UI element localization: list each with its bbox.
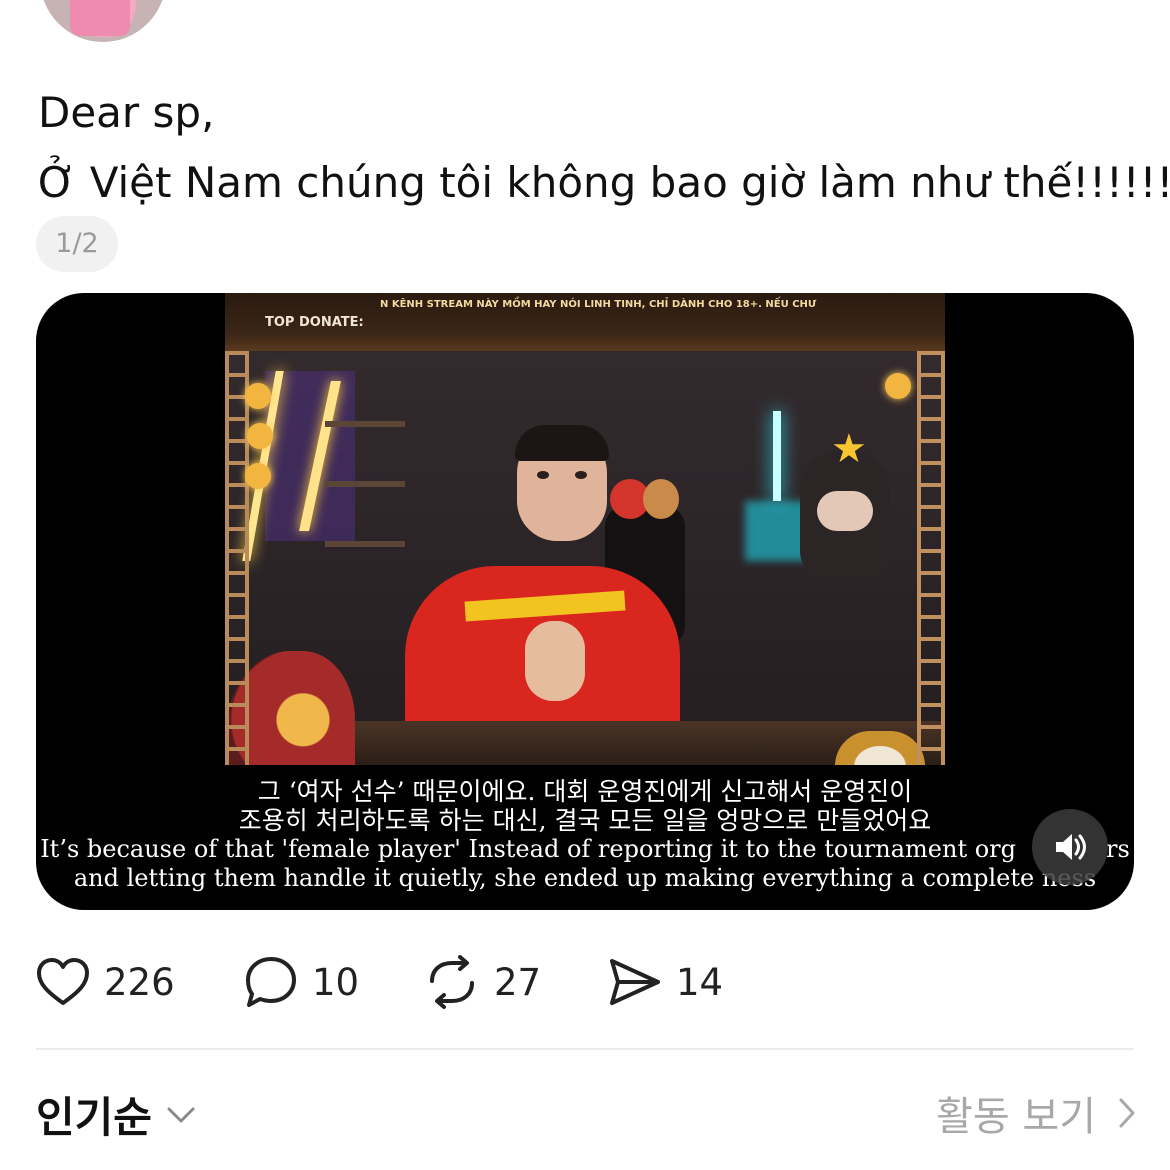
stream-banner: TOP DONATE: N KÊNH STREAM NÀY MỒM HAY NÓ… bbox=[225, 293, 945, 351]
media-pager-badge: 1/2 bbox=[36, 216, 118, 272]
neon-light bbox=[773, 411, 781, 501]
frame-ladder-left bbox=[225, 351, 249, 765]
plush-face bbox=[817, 491, 873, 531]
stream-room-scene: ★ bbox=[225, 351, 945, 765]
streamer-eye bbox=[537, 471, 549, 479]
avatar-figure bbox=[70, 0, 130, 36]
top-donate-label: TOP DONATE: bbox=[265, 315, 364, 330]
repost-count: 27 bbox=[494, 960, 542, 1004]
subtitle-english-1-text: It’s because of that 'female player' Ins… bbox=[40, 835, 1016, 863]
lantern-icon bbox=[885, 373, 911, 399]
video-subtitles: 그 ‘여자 선수’ 때문이에요. 대회 운영진에게 신고해서 운영진이 조용히 … bbox=[36, 777, 1134, 893]
sort-dropdown[interactable]: 인기순 bbox=[36, 1084, 196, 1145]
stream-ticker: N KÊNH STREAM NÀY MỒM HAY NÓI LINH TINH,… bbox=[380, 299, 817, 310]
share-count: 14 bbox=[676, 960, 724, 1004]
streamer-eye bbox=[575, 471, 587, 479]
section-divider bbox=[36, 1048, 1134, 1050]
shelf bbox=[325, 481, 405, 487]
speaker-icon bbox=[1056, 834, 1086, 860]
sort-label: 인기순 bbox=[36, 1093, 152, 1142]
like-count: 226 bbox=[104, 960, 175, 1004]
comment-button[interactable]: 10 bbox=[244, 950, 359, 1014]
comment-count: 10 bbox=[312, 960, 360, 1004]
plush-toy bbox=[643, 479, 679, 519]
streamer-hand bbox=[525, 621, 585, 701]
chevron-down-icon bbox=[167, 1107, 195, 1122]
video-frame: TOP DONATE: N KÊNH STREAM NÀY MỒM HAY NÓ… bbox=[225, 293, 945, 765]
shelf bbox=[325, 421, 405, 427]
frame-ladder-right bbox=[917, 351, 945, 765]
author-avatar[interactable] bbox=[40, 0, 166, 42]
speech-bubble-icon bbox=[246, 957, 296, 1007]
video-player[interactable]: TOP DONATE: N KÊNH STREAM NÀY MỒM HAY NÓ… bbox=[36, 293, 1134, 910]
subtitle-english-1: It’s because of that 'female player' Ins… bbox=[36, 835, 1134, 864]
post-text: Dear sp, Ở Việt Nam chúng tôi không bao … bbox=[38, 78, 1170, 218]
heart-icon bbox=[37, 958, 89, 1005]
activity-label: 활동 보기 bbox=[936, 1094, 1096, 1140]
streamer-hair bbox=[515, 425, 609, 461]
sound-toggle-button[interactable] bbox=[1032, 809, 1108, 885]
star-lantern-icon: ★ bbox=[831, 426, 867, 472]
lantern-icon bbox=[245, 463, 271, 489]
subtitle-korean-1: 그 ‘여자 선수’ 때문이에요. 대회 운영진에게 신고해서 운영진이 bbox=[257, 777, 913, 806]
lantern-icon bbox=[247, 423, 273, 449]
subtitle-english-2: and letting them handle it quietly, she … bbox=[36, 864, 1134, 893]
subtitle-english-1-tail: rs bbox=[1106, 835, 1130, 863]
post-line-1: Dear sp, bbox=[38, 88, 215, 137]
shelf bbox=[325, 541, 405, 547]
like-button[interactable]: 226 bbox=[36, 950, 175, 1014]
chevron-right-icon bbox=[1119, 1098, 1135, 1128]
subtitle-korean-2: 조용히 처리하도록 하는 대신, 결국 모든 일을 엉망으로 만들었어요 bbox=[238, 806, 932, 835]
view-activity-link[interactable]: 활동 보기 bbox=[936, 1084, 1136, 1142]
post-line-2: Ở Việt Nam chúng tôi không bao giờ làm n… bbox=[38, 158, 1170, 207]
share-button[interactable]: 14 bbox=[608, 950, 723, 1014]
subtitle-english-2-text: and letting them handle it quietly, she … bbox=[73, 864, 1035, 892]
repost-arrows-icon bbox=[430, 955, 474, 1009]
repost-button[interactable]: 27 bbox=[424, 950, 541, 1014]
paper-plane-icon bbox=[610, 959, 660, 1005]
lantern-icon bbox=[245, 383, 271, 409]
